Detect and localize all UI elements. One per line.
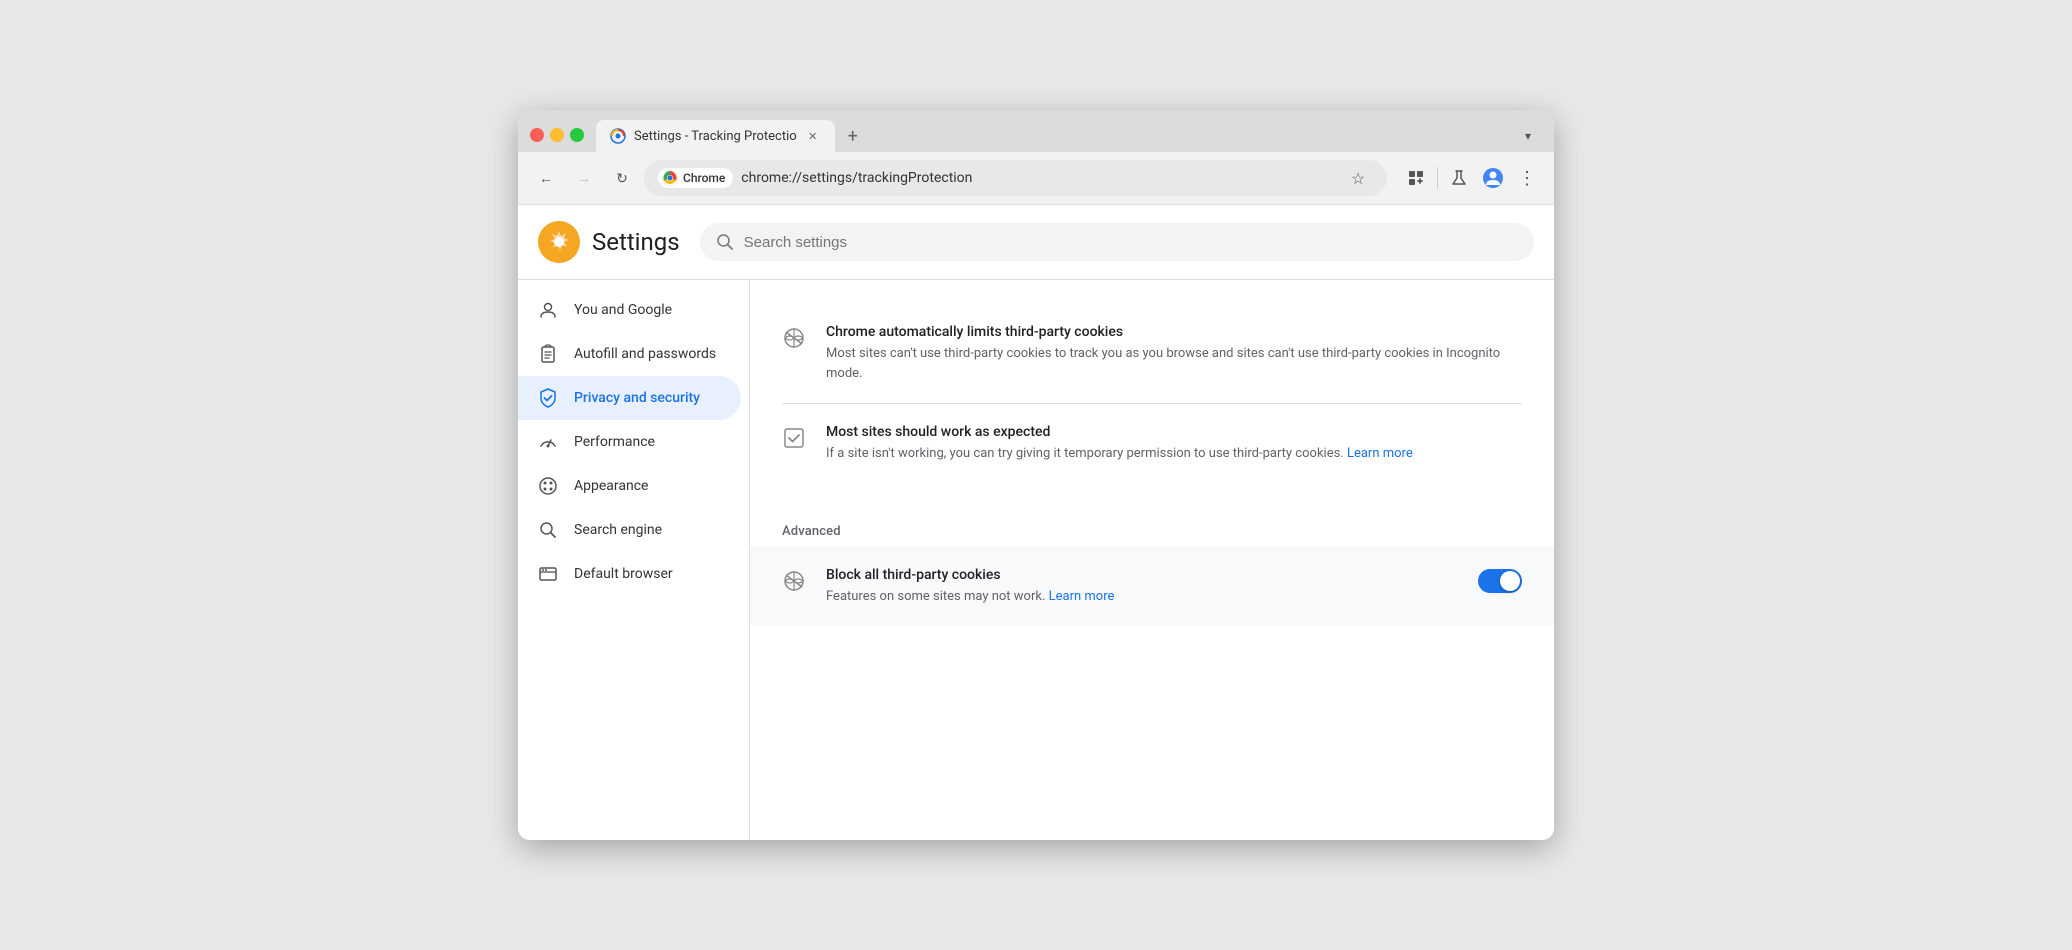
close-button[interactable] xyxy=(530,128,544,142)
setting-title-2: Most sites should work as expected xyxy=(826,424,1522,440)
sidebar-item-search-engine[interactable]: Search engine xyxy=(518,508,741,552)
forward-button[interactable]: → xyxy=(568,162,600,194)
setting-title-1: Chrome automatically limits third-party … xyxy=(826,324,1522,340)
back-button[interactable]: ← xyxy=(530,162,562,194)
search-box[interactable] xyxy=(700,223,1534,261)
settings-logo-icon xyxy=(546,229,572,255)
settings-page: Settings xyxy=(518,205,1554,840)
clipboard-icon xyxy=(538,344,558,364)
sidebar-label-appearance: Appearance xyxy=(574,478,648,494)
setting-desc-2: If a site isn't working, you can try giv… xyxy=(826,444,1522,464)
setting-item-1: Chrome automatically limits third-party … xyxy=(782,304,1522,404)
bookmark-icon[interactable]: ☆ xyxy=(1343,163,1373,193)
sidebar-item-privacy[interactable]: Privacy and security xyxy=(518,376,741,420)
palette-icon xyxy=(538,476,558,496)
gauge-icon xyxy=(538,432,558,452)
page-title: Settings xyxy=(592,228,680,256)
settings-body: You and Google Autofill and passwords xyxy=(518,280,1554,840)
extensions-icon[interactable] xyxy=(1401,163,1431,193)
setting-item-2: Most sites should work as expected If a … xyxy=(782,404,1522,484)
block-tracking-icon xyxy=(782,569,806,593)
setting-text-2: Most sites should work as expected If a … xyxy=(826,424,1522,464)
sidebar: You and Google Autofill and passwords xyxy=(518,280,750,840)
active-tab[interactable]: Settings - Tracking Protectio ✕ xyxy=(596,120,835,152)
chrome-badge-text: Chrome xyxy=(683,171,725,185)
learn-more-link-2[interactable]: Learn more xyxy=(1049,589,1115,604)
sidebar-label-autofill: Autofill and passwords xyxy=(574,346,716,362)
setting-desc-1: Most sites can't use third-party cookies… xyxy=(826,344,1522,383)
maximize-button[interactable] xyxy=(570,128,584,142)
block-cookies-toggle[interactable] xyxy=(1478,569,1522,593)
content-area: Chrome automatically limits third-party … xyxy=(750,280,1554,840)
toolbar-actions: ⋮ xyxy=(1401,163,1542,193)
toolbar: ← → ↻ Chrome chrome://settings/trackingP… xyxy=(518,152,1554,205)
settings-logo-circle xyxy=(538,221,580,263)
tab-title: Settings - Tracking Protectio xyxy=(634,129,797,144)
setting-desc-3: Features on some sites may not work. Lea… xyxy=(826,587,1458,607)
new-tab-button[interactable]: + xyxy=(839,122,867,150)
shield-icon xyxy=(538,388,558,408)
settings-logo: Settings xyxy=(538,221,680,263)
search-input[interactable] xyxy=(744,234,1518,251)
person-icon xyxy=(538,300,558,320)
menu-icon[interactable]: ⋮ xyxy=(1512,163,1542,193)
toolbar-divider xyxy=(1437,167,1438,189)
sidebar-label-search-engine: Search engine xyxy=(574,522,662,538)
search-sidebar-icon xyxy=(538,520,558,540)
chrome-logo-icon xyxy=(662,170,678,186)
lab-icon[interactable] xyxy=(1444,163,1474,193)
setting-text-3: Block all third-party cookies Features o… xyxy=(826,567,1458,607)
sidebar-label-default-browser: Default browser xyxy=(574,566,673,582)
address-bar[interactable]: Chrome chrome://settings/trackingProtect… xyxy=(644,160,1387,196)
sidebar-label-privacy: Privacy and security xyxy=(574,390,700,406)
reload-button[interactable]: ↻ xyxy=(606,162,638,194)
sidebar-label-performance: Performance xyxy=(574,434,655,450)
tab-dropdown-button[interactable]: ▾ xyxy=(1514,122,1542,150)
advanced-label: Advanced xyxy=(750,508,1554,547)
traffic-lights xyxy=(530,128,584,152)
sidebar-item-you-and-google[interactable]: You and Google xyxy=(518,288,741,332)
tab-favicon xyxy=(610,128,626,144)
chrome-badge: Chrome xyxy=(658,168,733,188)
setting-text-1: Chrome automatically limits third-party … xyxy=(826,324,1522,383)
title-bar: Settings - Tracking Protectio ✕ + ▾ xyxy=(518,110,1554,152)
advanced-section: Block all third-party cookies Features o… xyxy=(750,547,1554,627)
sidebar-item-performance[interactable]: Performance xyxy=(518,420,741,464)
content-section: Chrome automatically limits third-party … xyxy=(750,280,1554,508)
url-text: chrome://settings/trackingProtection xyxy=(741,170,1335,186)
setting-title-3: Block all third-party cookies xyxy=(826,567,1458,583)
search-icon xyxy=(716,233,734,251)
learn-more-link-1[interactable]: Learn more xyxy=(1347,446,1413,461)
browser-icon xyxy=(538,564,558,584)
sidebar-item-autofill[interactable]: Autofill and passwords xyxy=(518,332,741,376)
no-tracking-icon xyxy=(782,326,806,350)
settings-header: Settings xyxy=(518,205,1554,280)
sidebar-label-you-and-google: You and Google xyxy=(574,302,672,318)
sidebar-item-appearance[interactable]: Appearance xyxy=(518,464,741,508)
browser-window: Settings - Tracking Protectio ✕ + ▾ ← → … xyxy=(518,110,1554,840)
tab-close-button[interactable]: ✕ xyxy=(805,128,821,144)
sidebar-item-default-browser[interactable]: Default browser xyxy=(518,552,741,596)
checkbox-icon xyxy=(782,426,806,450)
minimize-button[interactable] xyxy=(550,128,564,142)
profile-icon[interactable] xyxy=(1478,163,1508,193)
